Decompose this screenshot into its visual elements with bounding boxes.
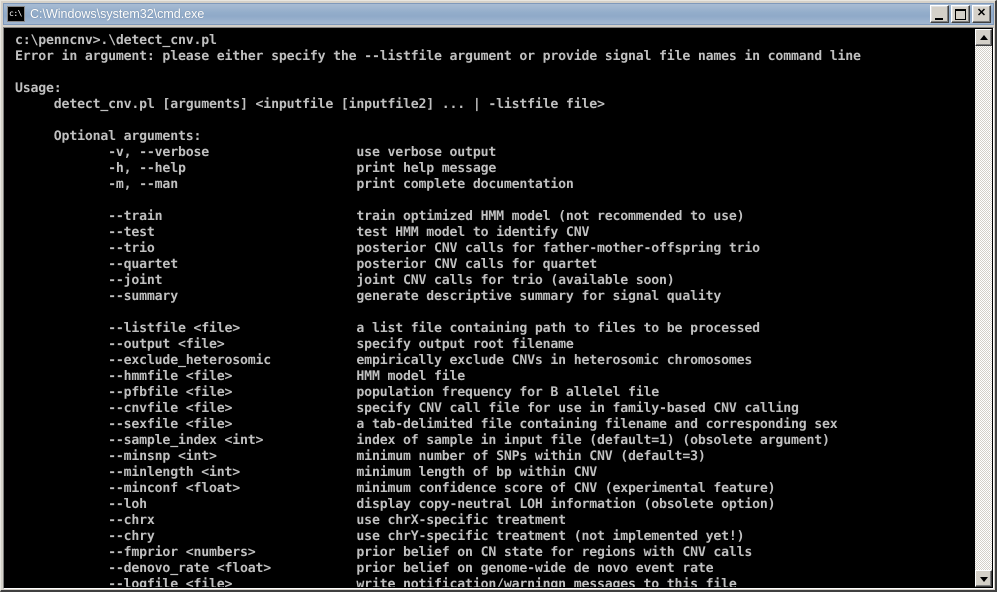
maximize-icon [955, 9, 966, 20]
window-controls: ✕ [930, 5, 991, 23]
vertical-scrollbar[interactable] [975, 29, 992, 587]
minimize-button[interactable] [930, 5, 949, 23]
minimize-icon [935, 18, 943, 20]
close-icon: ✕ [976, 7, 987, 19]
scroll-up-arrow-icon [979, 34, 988, 40]
scroll-down-arrow-button[interactable] [975, 570, 992, 587]
scroll-down-arrow-icon [979, 576, 988, 582]
console-output-area[interactable]: c:\penncnv>.\detect_cnv.pl Error in argu… [5, 29, 962, 587]
close-button[interactable]: ✕ [972, 5, 991, 23]
cmd-window: c:\ C:\Windows\system32\cmd.exe ✕ c:\pen… [0, 0, 997, 592]
scroll-up-arrow-button[interactable] [975, 29, 992, 46]
maximize-button[interactable] [951, 5, 970, 23]
window-title: C:\Windows\system32\cmd.exe [30, 7, 205, 21]
cmd-console-icon[interactable]: c:\ [7, 6, 25, 22]
console-text: c:\penncnv>.\detect_cnv.pl Error in argu… [15, 33, 861, 587]
cmd-icon-glyph: c:\ [9, 9, 22, 18]
console-client-area: c:\penncnv>.\detect_cnv.pl Error in argu… [3, 27, 994, 589]
title-bar[interactable]: c:\ C:\Windows\system32\cmd.exe ✕ [3, 3, 994, 25]
